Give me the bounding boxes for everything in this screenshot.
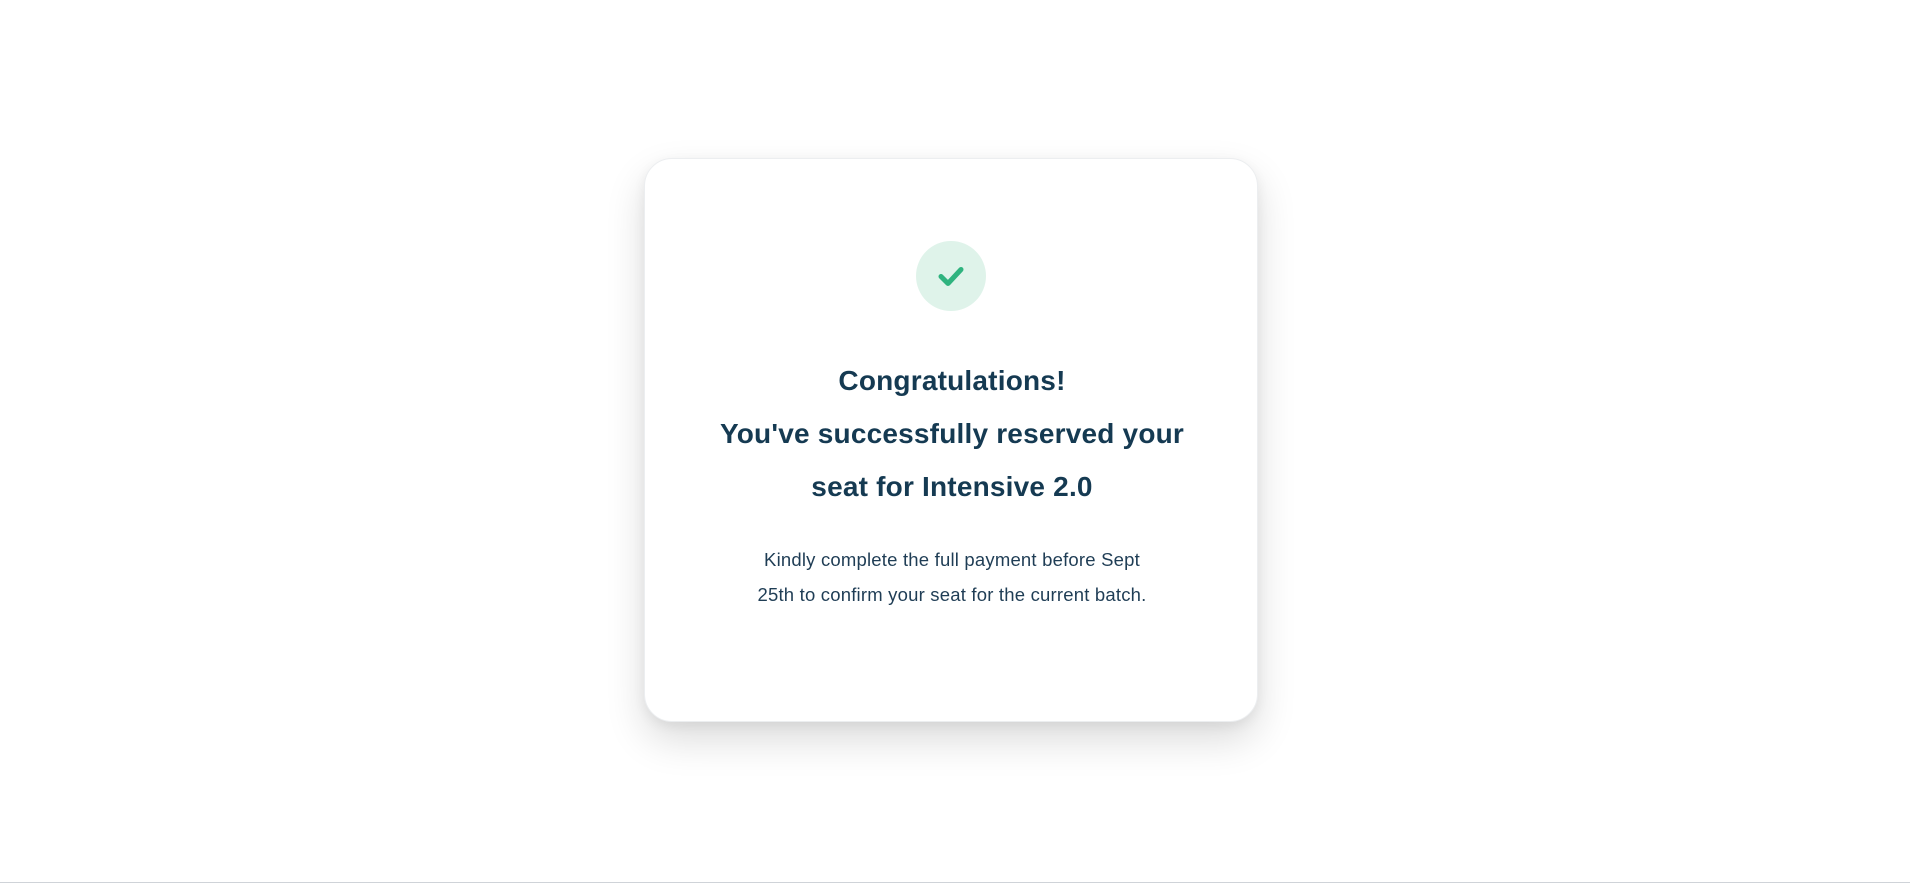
payment-reminder-line-2: 25th to confirm your seat for the curren… (757, 584, 1147, 605)
confirmation-card: Congratulations! You've successfully res… (644, 158, 1258, 722)
heading-line-congratulations: Congratulations! (838, 365, 1066, 396)
payment-reminder-line-1: Kindly complete the full payment before … (764, 549, 1140, 570)
payment-reminder: Kindly complete the full payment before … (715, 542, 1189, 612)
page-background: Congratulations! You've successfully res… (0, 0, 1910, 882)
heading-line-reserved: You've successfully reserved your (719, 418, 1185, 449)
checkmark-icon (938, 267, 964, 286)
confirmation-heading: Congratulations! You've successfully res… (685, 354, 1219, 513)
success-badge (916, 241, 986, 311)
heading-line-seat: seat for Intensive 2.0 (811, 471, 1093, 502)
